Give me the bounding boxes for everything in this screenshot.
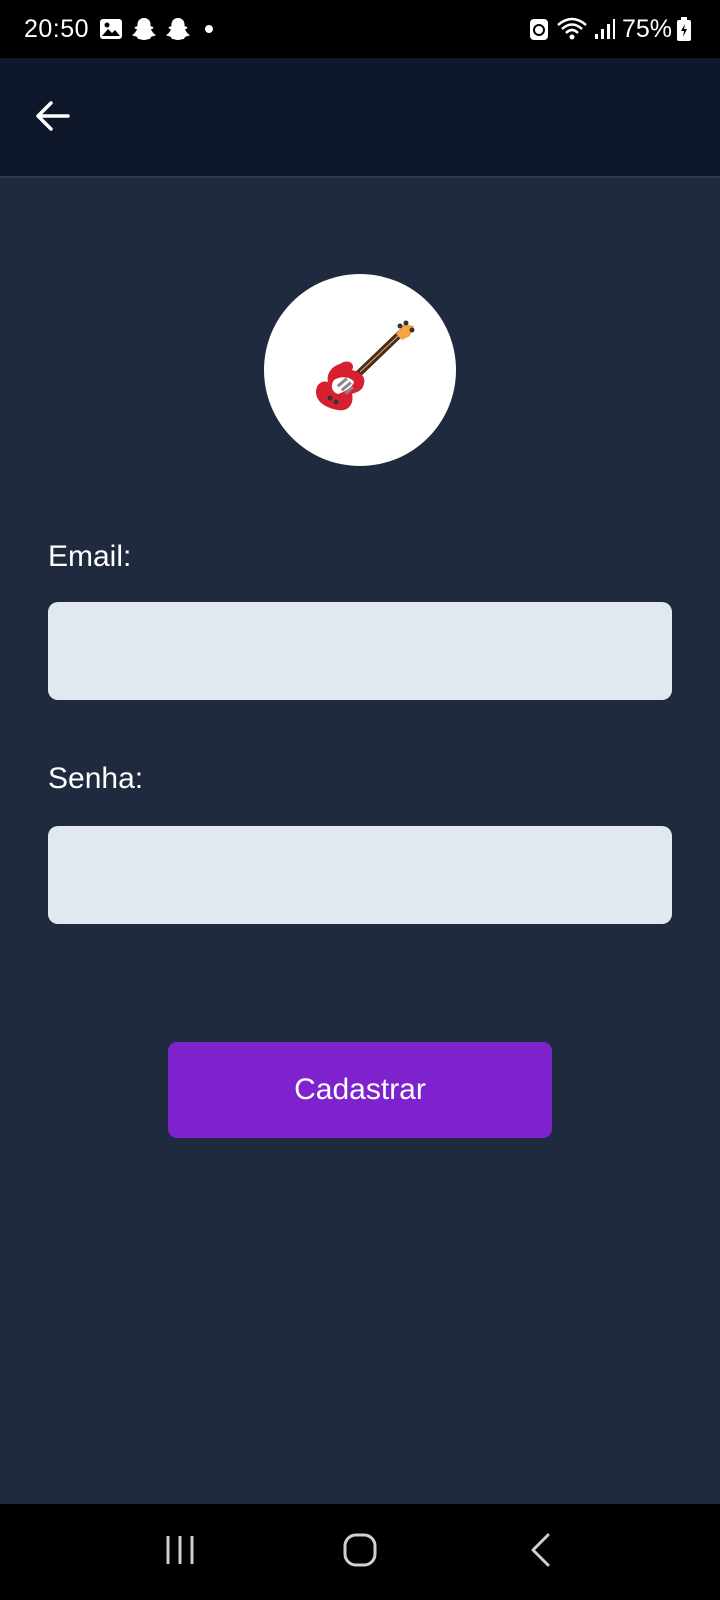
guitar-icon [300,318,420,423]
recents-icon [163,1533,197,1572]
app-bar [0,58,720,178]
email-label: Email: [48,540,132,573]
arrow-left-icon [34,100,70,137]
snapchat-icon [165,17,191,41]
back-icon [528,1532,552,1573]
home-button[interactable] [320,1512,400,1592]
logo [264,274,456,466]
recents-button[interactable] [140,1512,220,1592]
email-field[interactable] [48,602,672,700]
wifi-icon [556,17,588,41]
register-button[interactable]: Cadastrar [168,1042,552,1138]
back-button[interactable] [30,96,74,140]
status-right: 75% [528,15,698,44]
password-field[interactable] [48,826,672,924]
navigation-bar [0,1504,720,1600]
home-icon [342,1532,378,1573]
snapchat-icon [131,17,157,41]
system-back-button[interactable] [500,1512,580,1592]
data-saver-icon [528,16,550,42]
status-bar: 20:50 75% [0,0,720,58]
gallery-icon [99,18,123,40]
battery-percentage: 75% [621,14,672,43]
battery-icon [676,16,692,42]
dot-icon [199,19,219,39]
password-label: Senha: [48,762,144,795]
signal-icon [594,18,616,40]
status-time: 20:50 [24,14,90,43]
status-left: 20:50 [24,15,227,44]
